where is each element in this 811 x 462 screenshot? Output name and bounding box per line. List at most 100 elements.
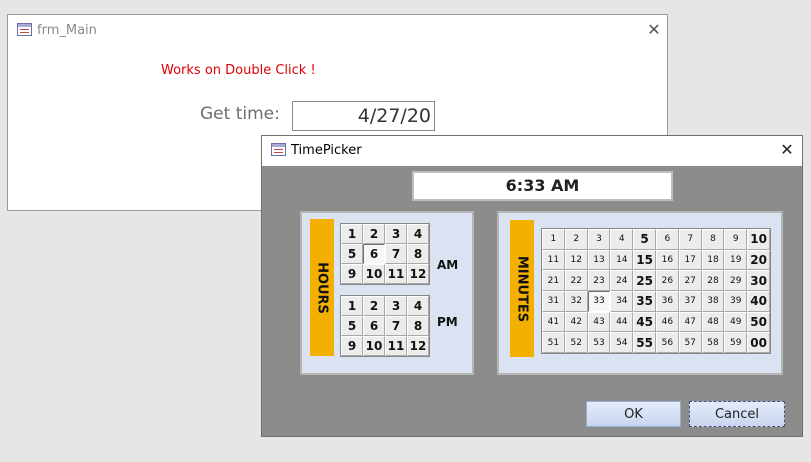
time-display: 6:33 AM — [412, 171, 673, 201]
minute-button-18[interactable]: 18 — [701, 249, 725, 271]
timepicker-titlebar: TimePicker — [262, 136, 802, 166]
minute-button-8[interactable]: 8 — [701, 229, 725, 250]
am-hours-grid: 1 2 3 4 5 6 7 8 9 10 11 12 — [340, 223, 430, 285]
minute-button-21[interactable]: 21 — [542, 270, 565, 292]
minute-button-59[interactable]: 59 — [724, 332, 748, 354]
minute-button-46[interactable]: 46 — [655, 311, 679, 333]
minute-button-10[interactable]: 10 — [747, 229, 770, 250]
minute-button-11[interactable]: 11 — [542, 249, 565, 271]
minute-button-31[interactable]: 31 — [542, 291, 565, 312]
pm-hour-button-8[interactable]: 8 — [407, 316, 429, 336]
minute-button-24[interactable]: 24 — [610, 270, 634, 292]
minute-button-43[interactable]: 43 — [587, 311, 611, 333]
minute-button-4[interactable]: 4 — [610, 229, 634, 250]
am-hour-button-6[interactable]: 6 — [363, 244, 385, 264]
cancel-button[interactable]: Cancel — [689, 401, 785, 427]
minute-button-1[interactable]: 1 — [542, 229, 565, 250]
minute-button-17[interactable]: 17 — [678, 249, 702, 271]
pm-hour-button-1[interactable]: 1 — [341, 296, 363, 316]
am-hour-button-2[interactable]: 2 — [363, 224, 385, 244]
minute-button-56[interactable]: 56 — [655, 332, 679, 354]
pm-hour-button-11[interactable]: 11 — [385, 336, 407, 356]
minute-button-34[interactable]: 34 — [610, 291, 634, 312]
minute-button-35[interactable]: 35 — [633, 291, 656, 312]
close-icon[interactable] — [647, 23, 661, 37]
minute-button-47[interactable]: 47 — [678, 311, 702, 333]
minute-button-9[interactable]: 9 — [724, 229, 748, 250]
pm-hour-button-4[interactable]: 4 — [407, 296, 429, 316]
minute-button-22[interactable]: 22 — [564, 270, 588, 292]
minute-button-51[interactable]: 51 — [542, 332, 565, 354]
minute-button-7[interactable]: 7 — [678, 229, 702, 250]
minute-button-5[interactable]: 5 — [633, 229, 656, 250]
minute-button-33[interactable]: 33 — [587, 291, 611, 312]
minute-button-28[interactable]: 28 — [701, 270, 725, 292]
minute-button-50[interactable]: 50 — [747, 311, 770, 333]
form-icon — [17, 23, 32, 36]
pm-label: PM — [437, 315, 458, 329]
minute-button-41[interactable]: 41 — [542, 311, 565, 333]
minute-button-45[interactable]: 45 — [633, 311, 656, 333]
minute-button-48[interactable]: 48 — [701, 311, 725, 333]
minute-button-3[interactable]: 3 — [587, 229, 611, 250]
minute-button-38[interactable]: 38 — [701, 291, 725, 312]
pm-hour-button-7[interactable]: 7 — [385, 316, 407, 336]
am-label: AM — [437, 258, 459, 272]
minute-button-55[interactable]: 55 — [633, 332, 656, 354]
pm-hour-button-3[interactable]: 3 — [385, 296, 407, 316]
minute-button-58[interactable]: 58 — [701, 332, 725, 354]
am-hour-button-10[interactable]: 10 — [363, 264, 385, 284]
minutes-label: MINUTES — [514, 255, 530, 322]
pm-hour-button-12[interactable]: 12 — [407, 336, 429, 356]
pm-hour-button-10[interactable]: 10 — [363, 336, 385, 356]
minute-button-15[interactable]: 15 — [633, 249, 656, 271]
minutes-panel: MINUTES 1 2 3 4 5 6 7 8 9 10 11 12 13 14 15 16 17 18 19 20 2… — [497, 211, 783, 375]
pm-hour-button-6[interactable]: 6 — [363, 316, 385, 336]
minute-button-37[interactable]: 37 — [678, 291, 702, 312]
minute-button-42[interactable]: 42 — [564, 311, 588, 333]
minute-button-49[interactable]: 49 — [724, 311, 748, 333]
pm-hour-button-5[interactable]: 5 — [341, 316, 363, 336]
minute-button-30[interactable]: 30 — [747, 270, 770, 292]
am-hour-button-8[interactable]: 8 — [407, 244, 429, 264]
minute-button-26[interactable]: 26 — [655, 270, 679, 292]
minute-button-19[interactable]: 19 — [724, 249, 748, 271]
minute-button-20[interactable]: 20 — [747, 249, 770, 271]
dialog-title: TimePicker — [291, 143, 362, 158]
minute-button-57[interactable]: 57 — [678, 332, 702, 354]
am-hour-button-4[interactable]: 4 — [407, 224, 429, 244]
am-hour-button-7[interactable]: 7 — [385, 244, 407, 264]
minute-button-00[interactable]: 00 — [747, 332, 770, 354]
am-hour-button-9[interactable]: 9 — [341, 264, 363, 284]
minute-button-2[interactable]: 2 — [564, 229, 588, 250]
time-input-field[interactable]: 4/27/20 — [292, 101, 435, 131]
form-icon — [271, 143, 286, 156]
minute-button-36[interactable]: 36 — [655, 291, 679, 312]
am-hour-button-12[interactable]: 12 — [407, 264, 429, 284]
minute-button-52[interactable]: 52 — [564, 332, 588, 354]
window-title: frm_Main — [37, 23, 97, 38]
minute-button-53[interactable]: 53 — [587, 332, 611, 354]
minute-button-23[interactable]: 23 — [587, 270, 611, 292]
close-icon[interactable] — [780, 143, 794, 157]
am-hour-button-5[interactable]: 5 — [341, 244, 363, 264]
am-hour-button-1[interactable]: 1 — [341, 224, 363, 244]
minute-button-27[interactable]: 27 — [678, 270, 702, 292]
minute-button-12[interactable]: 12 — [564, 249, 588, 271]
pm-hour-button-2[interactable]: 2 — [363, 296, 385, 316]
minute-button-14[interactable]: 14 — [610, 249, 634, 271]
minute-button-29[interactable]: 29 — [724, 270, 748, 292]
am-hour-button-11[interactable]: 11 — [385, 264, 407, 284]
ok-button[interactable]: OK — [586, 401, 681, 427]
minute-button-44[interactable]: 44 — [610, 311, 634, 333]
pm-hour-button-9[interactable]: 9 — [341, 336, 363, 356]
minute-button-32[interactable]: 32 — [564, 291, 588, 312]
minute-button-54[interactable]: 54 — [610, 332, 634, 354]
minute-button-25[interactable]: 25 — [633, 270, 656, 292]
minute-button-39[interactable]: 39 — [724, 291, 748, 312]
minute-button-6[interactable]: 6 — [655, 229, 679, 250]
minute-button-40[interactable]: 40 — [747, 291, 770, 312]
minute-button-16[interactable]: 16 — [655, 249, 679, 271]
minute-button-13[interactable]: 13 — [587, 249, 611, 271]
am-hour-button-3[interactable]: 3 — [385, 224, 407, 244]
